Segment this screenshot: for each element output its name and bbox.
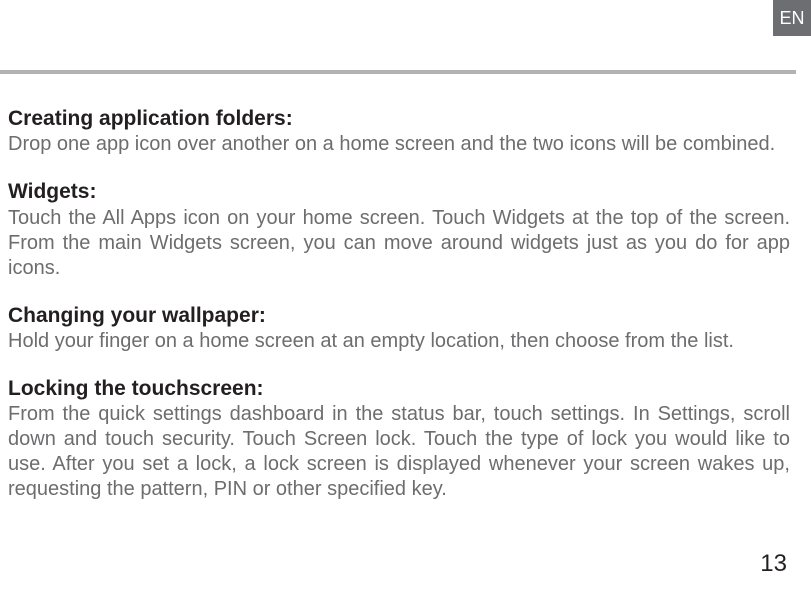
section-body: Drop one app icon over another on a home… xyxy=(8,132,790,157)
section-heading: Widgets: xyxy=(8,179,790,205)
section-locking: Locking the touchscreen: From the quick … xyxy=(8,376,790,502)
section-body: From the quick settings dashboard in the… xyxy=(8,402,790,502)
section-body: Touch the All Apps icon on your home scr… xyxy=(8,206,790,281)
section-heading: Creating application folders: xyxy=(8,106,790,132)
language-label: EN xyxy=(779,8,804,29)
section-heading: Locking the touchscreen: xyxy=(8,376,790,402)
section-heading: Changing your wallpaper: xyxy=(8,303,790,329)
page-number: 13 xyxy=(760,550,787,578)
page-content: Creating application folders: Drop one a… xyxy=(8,106,790,524)
section-wallpaper: Changing your wallpaper: Hold your finge… xyxy=(8,303,790,354)
section-creating-folders: Creating application folders: Drop one a… xyxy=(8,106,790,157)
section-divider xyxy=(0,70,796,74)
section-body: Hold your finger on a home screen at an … xyxy=(8,329,790,354)
language-tab: EN xyxy=(773,0,811,36)
section-widgets: Widgets: Touch the All Apps icon on your… xyxy=(8,179,790,280)
